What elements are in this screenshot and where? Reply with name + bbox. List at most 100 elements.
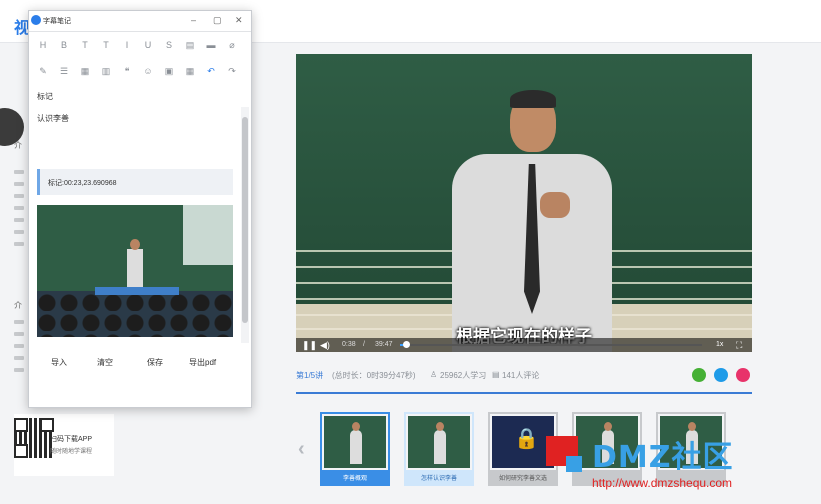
playlist-thumbnail <box>404 412 474 472</box>
thumbnail-image: 🔒 <box>492 416 554 468</box>
progress-bar[interactable] <box>400 341 702 348</box>
emoji-icon[interactable]: ☺ <box>142 65 154 77</box>
snapshot-audience <box>37 291 233 337</box>
underline-icon[interactable]: U <box>142 39 154 51</box>
watermark: DMZ社区 http://www.dmzshequ.com <box>546 432 786 492</box>
snapshot-banner <box>95 287 179 295</box>
fullscreen-icon[interactable]: ⛶ <box>736 339 742 351</box>
video-player[interactable]: 根据它现在的样子 ❚❚ ◀) 0:38 / 39:47 1x ⛶ <box>296 54 752 352</box>
volume-icon[interactable]: ◀) <box>320 339 330 351</box>
thumbnail-lecturer-head <box>436 422 444 431</box>
lecturer-hands <box>540 192 570 218</box>
intro-text-line <box>14 332 24 336</box>
pen-icon[interactable]: ✎ <box>37 65 49 77</box>
current-time: 0:38 <box>342 341 356 348</box>
clear-button[interactable]: 清空 <box>97 357 113 368</box>
section-divider <box>296 392 752 394</box>
undo-icon[interactable]: ↶ <box>205 65 217 77</box>
ordered-list-icon[interactable]: ▥ <box>100 65 112 77</box>
lecturer-hair <box>510 90 556 108</box>
lecture-index: 第1/5讲 <box>296 371 324 380</box>
text-color-icon[interactable]: T <box>100 39 112 51</box>
intro-text-line <box>14 368 24 372</box>
video-controls: ❚❚ ◀) 0:38 / 39:47 1x ⛶ <box>296 338 752 352</box>
notes-titlebar[interactable]: 字幕笔记 – ▢ ✕ <box>29 11 251 32</box>
thumbnail-lecturer <box>434 430 446 464</box>
carousel-prev-icon[interactable]: ‹ <box>298 438 305 461</box>
pause-icon[interactable]: ❚❚ <box>302 339 317 351</box>
note-field-label: 标记 <box>37 92 53 101</box>
redo-icon[interactable]: ↷ <box>226 65 238 77</box>
thumbnail-image <box>324 416 386 468</box>
image-icon[interactable]: ▣ <box>163 65 175 77</box>
highlight-icon[interactable]: ▬ <box>205 39 217 51</box>
scrollbar-thumb[interactable] <box>242 117 248 323</box>
thumbnail-lecturer <box>350 430 362 464</box>
thumbnail-lecturer-head <box>604 422 612 431</box>
watermark-logo-accent <box>566 456 582 472</box>
learner-count: 25962人学习 <box>440 371 487 380</box>
font-size-icon[interactable]: T <box>79 39 91 51</box>
intro-text-line <box>14 194 24 198</box>
note-editor[interactable]: 认识李善 标记:00:23,23.690968 <box>35 107 235 343</box>
total-time: 39:47 <box>375 341 393 348</box>
note-text[interactable]: 认识李善 <box>37 113 69 124</box>
intro-text-line <box>14 344 24 348</box>
lock-icon: 🔒 <box>514 428 539 450</box>
snapshot-lecturer-head <box>130 239 140 250</box>
app-icon <box>31 15 41 25</box>
snapshot-lecturer <box>127 249 143 289</box>
editor-toolbar: H B T T I U S ▤ ▬ ⌀ ✎ ☰ ▦ ▥ ❝ ☺ ▣ ▦ ↶ ↷ <box>37 39 245 89</box>
heading-icon[interactable]: H <box>37 39 49 51</box>
editor-scrollbar[interactable] <box>241 107 249 343</box>
intro-text-line <box>14 206 24 210</box>
comment-count: 141人评论 <box>502 371 540 380</box>
checkbox-icon[interactable]: ▦ <box>79 65 91 77</box>
window-title: 字幕笔记 <box>43 18 71 25</box>
list-icon[interactable]: ☰ <box>58 65 70 77</box>
lecture-info-row: 第1/5讲 (总时长：0时39分47秒) ♙ 25962人学习 ▤ 141人评论 <box>296 368 752 384</box>
lecturer-figure <box>452 90 612 352</box>
qq-share-icon[interactable] <box>714 368 728 382</box>
weibo-share-icon[interactable] <box>736 368 750 382</box>
thumbnail-lecturer-head <box>352 422 360 431</box>
intro-text-line <box>14 230 24 234</box>
wechat-share-icon[interactable] <box>692 368 706 382</box>
strikethrough-icon[interactable]: S <box>163 39 175 51</box>
qr-finder <box>14 418 28 432</box>
save-button[interactable]: 保存 <box>147 357 163 368</box>
snapshot-screen <box>183 205 233 265</box>
qr-code-icon <box>14 418 54 458</box>
table-icon[interactable]: ▦ <box>184 65 196 77</box>
clear-format-icon[interactable]: ⌀ <box>226 39 238 51</box>
playlist-item[interactable]: 怎样认识李善 <box>404 412 474 488</box>
lecture-duration: (总时长：0时39分47秒) <box>332 371 416 380</box>
intro-text-line <box>14 182 24 186</box>
minimize-icon[interactable]: – <box>191 14 196 26</box>
timestamp-text: 标记:00:23,23.690968 <box>48 180 117 187</box>
quote-icon[interactable]: ❝ <box>121 65 133 77</box>
intro-label: 介 <box>14 141 22 150</box>
playlist-caption: 怎样认识李善 <box>404 472 474 486</box>
app-download-card[interactable]: 扫码下载APP 随时随地学课程 <box>14 414 114 476</box>
intro-text-line <box>14 218 24 222</box>
app-download-title: 扫码下载APP <box>50 436 93 443</box>
bold-icon[interactable]: B <box>58 39 70 51</box>
progress-handle[interactable] <box>403 341 411 348</box>
align-icon[interactable]: ▤ <box>184 39 196 51</box>
close-icon[interactable]: ✕ <box>235 14 243 26</box>
maximize-icon[interactable]: ▢ <box>213 14 222 26</box>
timestamp-marker[interactable]: 标记:00:23,23.690968 <box>37 169 233 195</box>
playback-speed[interactable]: 1x <box>716 339 723 351</box>
playlist-caption: 李善概观 <box>320 472 390 486</box>
thumbnail-image <box>408 416 470 468</box>
export-pdf-button[interactable]: 导出pdf <box>189 357 216 368</box>
intro-text-line <box>14 170 24 174</box>
notes-window[interactable]: 字幕笔记 – ▢ ✕ H B T T I U S ▤ ▬ ⌀ ✎ ☰ ▦ ▥ ❝… <box>28 10 252 408</box>
playlist-item[interactable]: 李善概观 <box>320 412 390 488</box>
watermark-url: http://www.dmzshequ.com <box>592 476 733 490</box>
video-snapshot <box>37 205 233 337</box>
import-button[interactable]: 导入 <box>51 357 67 368</box>
italic-icon[interactable]: I <box>121 39 133 51</box>
watermark-brand: DMZ社区 <box>592 440 734 475</box>
